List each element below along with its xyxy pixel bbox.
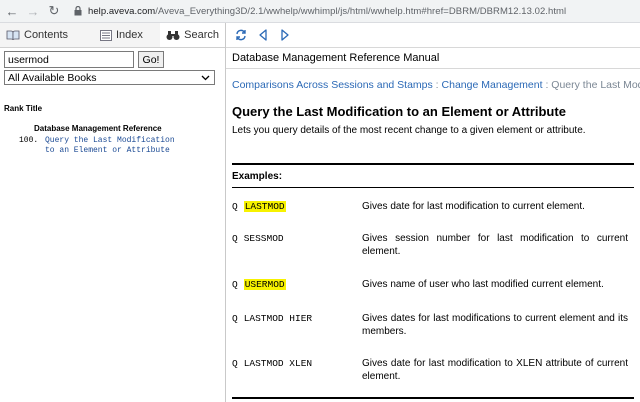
next-page-icon[interactable]: [276, 26, 294, 44]
tab-contents-label: Contents: [24, 29, 69, 41]
search-result-item: 100. Query the Last Modification to an E…: [19, 136, 185, 156]
manual-title-bar: Database Management Reference Manual: [226, 47, 640, 69]
results-header: Rank Title: [4, 104, 43, 113]
example-q: Q: [232, 233, 238, 244]
binoculars-icon: [166, 30, 180, 41]
example-command: Q USERMOD: [232, 279, 362, 292]
example-row: Q USERMOD Gives name of user who last mod…: [232, 279, 632, 292]
chevron-down-icon: [201, 73, 210, 83]
go-button[interactable]: Go!: [138, 51, 164, 68]
book-icon: [6, 30, 20, 41]
divider: [232, 187, 634, 188]
search-highlight: LASTMOD: [243, 201, 286, 212]
example-command: Q SESSMOD: [232, 233, 362, 258]
example-command: Q LASTMOD HIER: [232, 313, 362, 338]
example-description: Gives dates for last modifications to cu…: [362, 313, 628, 337]
search-input[interactable]: [4, 51, 134, 68]
breadcrumb-link-2[interactable]: Change Management: [442, 79, 543, 91]
breadcrumb-link-1[interactable]: Comparisons Across Sessions and Stamps: [232, 79, 433, 91]
breadcrumb-separator: :: [432, 79, 442, 91]
navigation-pane: Contents Index Search Go! All Available …: [0, 23, 226, 402]
example-row: Q LASTMOD Gives date for last modificatio…: [232, 201, 632, 214]
browser-toolbar: ← → ↻ help.aveva.com/Aveva_Everything3D/…: [0, 0, 640, 23]
tab-index[interactable]: Index: [94, 23, 156, 47]
address-bar[interactable]: help.aveva.com/Aveva_Everything3D/2.1/ww…: [88, 6, 566, 17]
result-link[interactable]: Query the Last Modification to an Elemen…: [45, 136, 185, 156]
breadcrumb: Comparisons Across Sessions and Stamps :…: [232, 79, 640, 91]
nav-tabs: Contents Index Search: [0, 23, 225, 48]
index-icon: [100, 29, 112, 41]
back-icon[interactable]: ←: [3, 2, 21, 20]
url-path: /Aveva_Everything3D/2.1/wwhelp/wwhimpl/j…: [155, 5, 567, 17]
example-description: Gives session number for last modificati…: [362, 233, 628, 257]
breadcrumb-separator: :: [542, 79, 552, 91]
examples-heading: Examples:: [232, 171, 283, 182]
example-description: Gives name of user who last modified cur…: [362, 279, 604, 290]
example-q: Q: [232, 279, 238, 290]
result-rank: 100.: [19, 136, 39, 145]
content-pane: Database Management Reference Manual Com…: [226, 23, 640, 402]
tab-search-label: Search: [184, 29, 219, 41]
example-q: Q: [232, 358, 238, 369]
example-q: Q: [232, 201, 238, 212]
results-group-title: Database Management Reference: [34, 124, 162, 133]
divider: [232, 163, 634, 165]
divider: [232, 397, 634, 399]
lock-icon[interactable]: [73, 6, 83, 16]
url-host: help.aveva.com: [88, 5, 156, 17]
example-description: Gives date for last modification to XLEN…: [362, 358, 628, 382]
tab-index-label: Index: [116, 29, 143, 41]
tab-search[interactable]: Search: [160, 23, 225, 47]
example-row: Q LASTMOD HIER Gives dates for last modif…: [232, 313, 632, 338]
content-toolbar: [226, 23, 640, 47]
example-command: Q LASTMOD XLEN: [232, 358, 362, 383]
example-row: Q SESSMOD Gives session number for last m…: [232, 233, 632, 258]
breadcrumb-current: Query the Last Modifica: [551, 79, 640, 91]
sync-toc-icon[interactable]: [232, 26, 250, 44]
tab-contents[interactable]: Contents: [0, 23, 74, 47]
example-description: Gives date for last modification to curr…: [362, 201, 585, 212]
book-select[interactable]: All Available Books: [4, 70, 215, 85]
book-select-value: All Available Books: [8, 71, 97, 84]
search-row: Go!: [4, 51, 164, 68]
reload-icon[interactable]: ↻: [45, 2, 63, 20]
example-command: Q LASTMOD: [232, 201, 362, 214]
example-cmd-text: SESSMOD: [243, 233, 284, 244]
page-description: Lets you query details of the most recen…: [232, 125, 586, 136]
example-cmd-text: LASTMOD HIER: [243, 313, 313, 324]
example-q: Q: [232, 313, 238, 324]
example-row: Q LASTMOD XLEN Gives date for last modifi…: [232, 358, 632, 383]
search-highlight: USERMOD: [243, 279, 286, 290]
page-title: Query the Last Modification to an Elemen…: [232, 104, 566, 119]
manual-title: Database Management Reference Manual: [232, 52, 440, 64]
previous-page-icon[interactable]: [254, 26, 272, 44]
example-cmd-text: LASTMOD XLEN: [243, 358, 313, 369]
forward-icon[interactable]: →: [24, 2, 42, 20]
